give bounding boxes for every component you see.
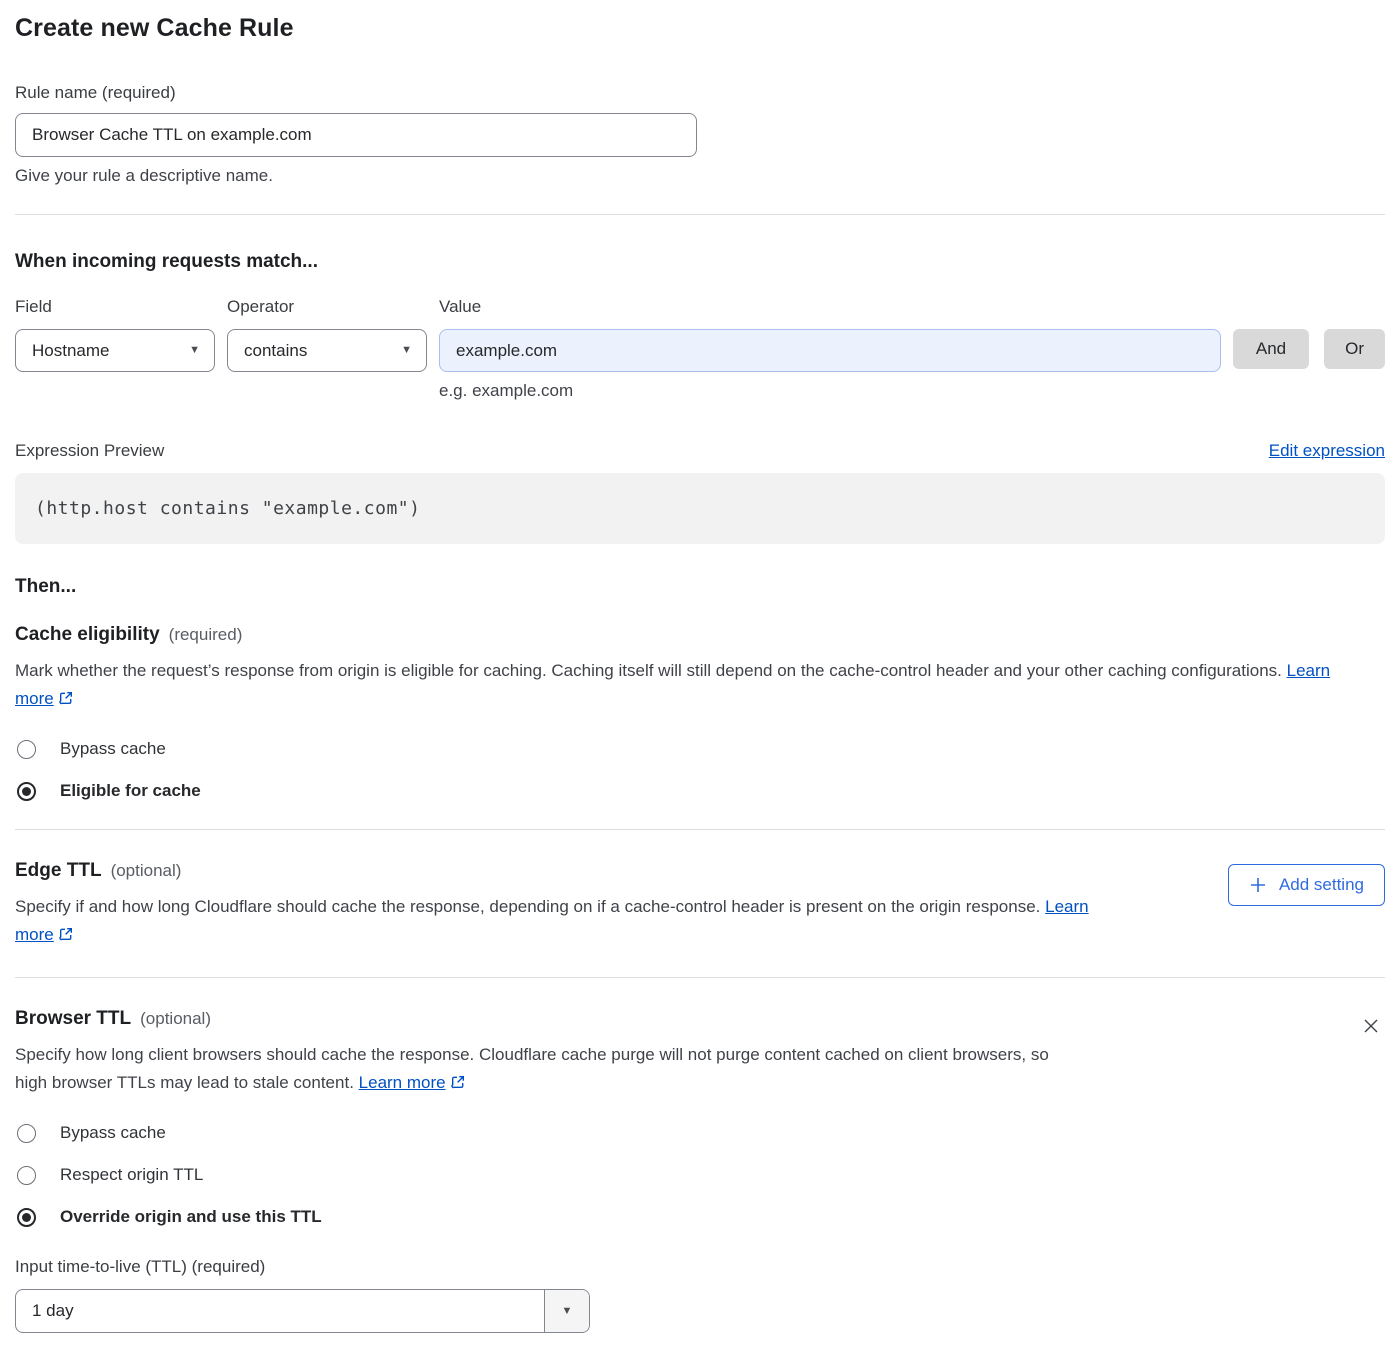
radio-icon[interactable] [17,1166,36,1185]
field-label: Field [15,297,215,317]
field-select[interactable]: Hostname ▼ [15,329,215,372]
external-link-icon [450,1074,466,1090]
add-setting-button[interactable]: Add setting [1228,864,1385,906]
browser-ttl-description: Specify how long client browsers should … [15,1041,1060,1097]
or-button[interactable]: Or [1324,329,1385,369]
page-title: Create new Cache Rule [15,14,1385,43]
browser-ttl-radio-group: Bypass cache Respect origin TTL Override… [15,1123,1385,1227]
cache-eligibility-title: Cache eligibility [15,624,160,646]
expression-code: (http.host contains "example.com") [35,498,420,519]
radio-option-respect-origin-ttl[interactable]: Respect origin TTL [15,1165,1385,1185]
section-divider [15,829,1385,830]
then-heading: Then... [15,576,1385,598]
radio-icon[interactable] [17,740,36,759]
rule-name-section: Rule name (required) Give your rule a de… [15,83,1385,186]
operator-label: Operator [227,297,427,317]
rule-name-help: Give your rule a descriptive name. [15,166,1385,186]
ttl-select-value: 1 day [16,1290,544,1332]
add-setting-label: Add setting [1279,875,1364,895]
edit-expression-link[interactable]: Edit expression [1269,441,1385,461]
edge-ttl-description-text: Specify if and how long Cloudflare shoul… [15,897,1040,916]
section-divider [15,214,1385,215]
radio-icon[interactable] [17,1124,36,1143]
cache-eligibility-radio-group: Bypass cache Eligible for cache [15,739,1385,801]
chevron-down-icon: ▼ [189,345,200,356]
rule-name-label: Rule name (required) [15,83,1385,103]
match-heading: When incoming requests match... [15,251,1385,273]
browser-ttl-title: Browser TTL [15,1008,131,1030]
radio-option-label: Respect origin TTL [60,1165,203,1185]
radio-option-label: Bypass cache [60,1123,166,1143]
close-icon [1361,1016,1381,1036]
ttl-input-label: Input time-to-live (TTL) (required) [15,1257,1385,1277]
radio-option-override-origin-ttl[interactable]: Override origin and use this TTL [15,1207,1385,1227]
plus-icon [1249,876,1267,894]
chevron-down-icon: ▼ [562,1306,573,1317]
field-select-value: Hostname [32,341,109,361]
match-controls-row: Field Hostname ▼ Operator contains ▼ Val… [15,297,1385,372]
operator-select[interactable]: contains ▼ [227,329,427,372]
radio-option-label: Override origin and use this TTL [60,1207,322,1227]
edge-ttl-title: Edge TTL [15,860,102,882]
rule-name-input[interactable] [15,113,697,157]
radio-option-label: Bypass cache [60,739,166,759]
browser-ttl-description-text: Specify how long client browsers should … [15,1045,1049,1092]
edge-ttl-description: Specify if and how long Cloudflare shoul… [15,893,1115,949]
cache-eligibility-section: Cache eligibility (required) Mark whethe… [15,624,1385,801]
radio-option-bypass-cache[interactable]: Bypass cache [15,1123,1385,1143]
value-input[interactable] [439,329,1221,372]
cache-eligibility-qualifier: (required) [169,625,243,645]
value-help: e.g. example.com [439,381,1385,401]
edge-ttl-qualifier: (optional) [111,861,182,881]
value-label: Value [439,297,1221,317]
radio-option-bypass-cache[interactable]: Bypass cache [15,739,1385,759]
remove-browser-ttl-button[interactable] [1357,1012,1385,1040]
external-link-icon [58,926,74,942]
external-link-icon [58,690,74,706]
ttl-select[interactable]: 1 day ▼ [15,1289,590,1333]
cache-eligibility-description-text: Mark whether the request’s response from… [15,661,1282,680]
chevron-down-icon: ▼ [401,345,412,356]
expression-code-block: (http.host contains "example.com") [15,473,1385,544]
ttl-select-dropdown-button[interactable]: ▼ [544,1290,589,1332]
radio-selected-icon[interactable] [17,1208,36,1227]
browser-ttl-qualifier: (optional) [140,1009,211,1029]
and-button[interactable]: And [1233,329,1309,369]
radio-option-eligible-for-cache[interactable]: Eligible for cache [15,781,1385,801]
edge-ttl-section: Edge TTL (optional) Specify if and how l… [15,860,1385,949]
radio-selected-icon[interactable] [17,782,36,801]
browser-ttl-section: Browser TTL (optional) Specify how long … [15,1008,1385,1097]
expression-preview-label: Expression Preview [15,441,164,461]
radio-option-label: Eligible for cache [60,781,201,801]
section-divider [15,977,1385,978]
cache-eligibility-description: Mark whether the request’s response from… [15,657,1355,713]
browser-ttl-learn-more-link[interactable]: Learn more [359,1073,446,1092]
operator-select-value: contains [244,341,307,361]
